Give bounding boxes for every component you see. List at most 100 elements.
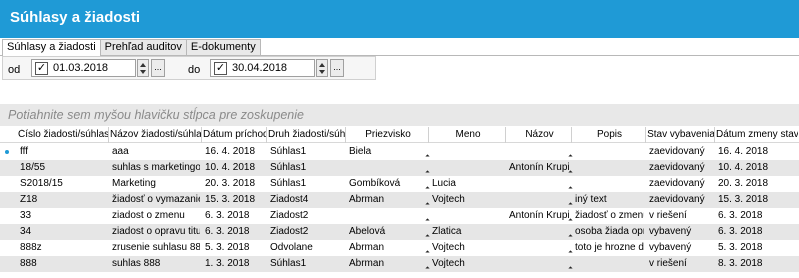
table-cell[interactable]: zaevidovaný <box>649 194 713 205</box>
table-cell[interactable]: aaa <box>112 146 200 157</box>
column-separator[interactable] <box>201 127 202 143</box>
table-cell[interactable]: Antonín Krupi... <box>509 162 570 173</box>
table-cell[interactable]: Vojtech <box>432 194 504 205</box>
from-date-picker-button[interactable]: ... <box>151 59 165 77</box>
table-cell[interactable]: 5. 3. 2018 <box>205 242 265 253</box>
column-separator[interactable] <box>571 127 572 143</box>
table-cell[interactable]: 888 <box>20 258 106 269</box>
tab-suhlasy-a-ziadosti[interactable]: Súhlasy a žiadosti <box>2 39 101 56</box>
table-cell[interactable]: 6. 3. 2018 <box>205 226 265 237</box>
table-row[interactable]: Z18 žiadosť o vymazanie 15. 3. 2018 Ziadost… <box>0 192 799 208</box>
table-cell[interactable]: Biela <box>349 146 427 157</box>
table-cell[interactable]: Ziadost2 <box>270 210 344 221</box>
table-row[interactable]: fff aaa 16. 4. 2018 Súhlas1 Biela zaevidovaný… <box>0 144 799 160</box>
table-cell[interactable]: zrusenie suhlasu 888 <box>112 242 200 253</box>
table-cell[interactable]: iný text <box>575 194 644 205</box>
table-cell[interactable]: v riešení <box>649 258 713 269</box>
table-row[interactable]: 18/55 suhlas s marketingom 10. 4. 2018 Súhl… <box>0 160 799 176</box>
table-cell[interactable]: 34 <box>20 226 106 237</box>
column-separator[interactable] <box>345 127 346 143</box>
column-header[interactable]: Názov <box>507 129 572 140</box>
column-header[interactable]: Meno <box>430 129 506 140</box>
group-by-area[interactable]: Potiahnite sem myšou hlavičku stĺpca pre… <box>0 104 799 126</box>
table-cell[interactable]: 1. 3. 2018 <box>205 258 265 269</box>
table-cell[interactable]: suhlas 888 <box>112 258 200 269</box>
column-header[interactable]: Priezvisko <box>347 129 429 140</box>
table-cell[interactable]: Abrman <box>349 242 427 253</box>
table-cell[interactable]: žiadosť o zmenu... <box>575 210 644 221</box>
table-cell[interactable]: S2018/15 <box>20 178 106 189</box>
column-separator[interactable] <box>428 127 429 143</box>
table-cell[interactable]: v riešení <box>649 210 713 221</box>
column-header[interactable]: Dátum zmeny stavu <box>716 129 798 140</box>
table-cell[interactable]: zaevidovaný <box>649 162 713 173</box>
column-header[interactable]: Číslo žiadosti/súhlasu <box>18 129 108 140</box>
table-cell[interactable]: 15. 3. 2018 <box>718 194 796 205</box>
table-cell[interactable]: zaevidovaný <box>649 178 713 189</box>
table-cell[interactable]: 8. 3. 2018 <box>718 258 796 269</box>
table-cell[interactable]: 20. 3. 2018 <box>205 178 265 189</box>
table-cell[interactable]: toto je hrozne dlh... <box>575 242 644 253</box>
table-cell[interactable]: Ziadost2 <box>270 226 344 237</box>
column-separator[interactable] <box>714 127 715 143</box>
to-date-spinner[interactable] <box>316 59 328 77</box>
table-cell[interactable]: 33 <box>20 210 106 221</box>
table-cell[interactable]: 5. 3. 2018 <box>718 242 796 253</box>
table-row[interactable]: 888z zrusenie suhlasu 888 5. 3. 2018 Odvola… <box>0 240 799 256</box>
table-cell[interactable]: 10. 4. 2018 <box>205 162 265 173</box>
table-cell[interactable]: ziadost o opravu titulu <box>112 226 200 237</box>
tab-e-dokumenty[interactable]: E-dokumenty <box>185 39 261 55</box>
table-cell[interactable]: Z18 <box>20 194 106 205</box>
column-header[interactable]: Druh žiadosti/súhlasu <box>268 129 346 140</box>
column-header[interactable]: Názov žiadosti/súhlasu <box>110 129 202 140</box>
table-cell[interactable]: Vojtech <box>432 242 504 253</box>
column-separator[interactable] <box>266 127 267 143</box>
table-cell[interactable]: Abrman <box>349 194 427 205</box>
column-separator[interactable] <box>108 127 109 143</box>
tab-prehlad-auditov[interactable]: Prehľad auditov <box>99 39 187 55</box>
from-date-field[interactable]: ✓ 01.03.2018 <box>31 59 136 77</box>
table-cell[interactable]: Súhlas1 <box>270 258 344 269</box>
table-cell[interactable]: 6. 3. 2018 <box>718 226 796 237</box>
table-cell[interactable]: Lucia <box>432 178 504 189</box>
from-date-spinner[interactable] <box>137 59 149 77</box>
table-cell[interactable]: 18/55 <box>20 162 106 173</box>
table-cell[interactable]: 16. 4. 2018 <box>205 146 265 157</box>
table-cell[interactable]: Marketing <box>112 178 200 189</box>
column-header[interactable]: Stav vybavenia <box>647 129 715 140</box>
table-cell[interactable]: Abelová <box>349 226 427 237</box>
table-cell[interactable]: 6. 3. 2018 <box>205 210 265 221</box>
column-separator[interactable] <box>645 127 646 143</box>
table-row[interactable]: 33 ziadost o zmenu 6. 3. 2018 Ziadost2 Anton… <box>0 208 799 224</box>
to-date-picker-button[interactable]: ... <box>330 59 344 77</box>
table-cell[interactable]: Vojtech <box>432 258 504 269</box>
table-cell[interactable]: Súhlas1 <box>270 162 344 173</box>
table-cell[interactable]: 15. 3. 2018 <box>205 194 265 205</box>
column-header[interactable]: Dátum príchodu <box>203 129 267 140</box>
table-cell[interactable]: Ziadost4 <box>270 194 344 205</box>
table-row[interactable]: 34 ziadost o opravu titulu 6. 3. 2018 Ziado… <box>0 224 799 240</box>
table-cell[interactable]: suhlas s marketingom <box>112 162 200 173</box>
table-cell[interactable]: 10. 4. 2018 <box>718 162 796 173</box>
table-cell[interactable]: Antonín Krupi... <box>509 210 570 221</box>
table-cell[interactable]: žiadosť o vymazanie <box>112 194 200 205</box>
table-cell[interactable]: Súhlas1 <box>270 178 344 189</box>
table-cell[interactable]: vybavený <box>649 242 713 253</box>
column-header[interactable]: Popis <box>573 129 646 140</box>
to-date-checkbox[interactable]: ✓ <box>214 62 227 75</box>
table-cell[interactable]: Zlatica <box>432 226 504 237</box>
table-cell[interactable]: 20. 3. 2018 <box>718 178 796 189</box>
table-cell[interactable]: osoba žiada opra... <box>575 226 644 237</box>
table-row[interactable]: 888 suhlas 888 1. 3. 2018 Súhlas1 Abrman Vojt… <box>0 256 799 272</box>
to-date-field[interactable]: ✓ 30.04.2018 <box>210 59 315 77</box>
column-separator[interactable] <box>505 127 506 143</box>
table-cell[interactable]: Gombíková <box>349 178 427 189</box>
table-cell[interactable]: ziadost o zmenu <box>112 210 200 221</box>
table-cell[interactable]: Súhlas1 <box>270 146 344 157</box>
table-cell[interactable]: 6. 3. 2018 <box>718 210 796 221</box>
from-date-checkbox[interactable]: ✓ <box>35 62 48 75</box>
table-cell[interactable]: 16. 4. 2018 <box>718 146 796 157</box>
table-row[interactable]: S2018/15 Marketing 20. 3. 2018 Súhlas1 Gombí… <box>0 176 799 192</box>
table-cell[interactable]: zaevidovaný <box>649 146 713 157</box>
table-cell[interactable]: 888z <box>20 242 106 253</box>
